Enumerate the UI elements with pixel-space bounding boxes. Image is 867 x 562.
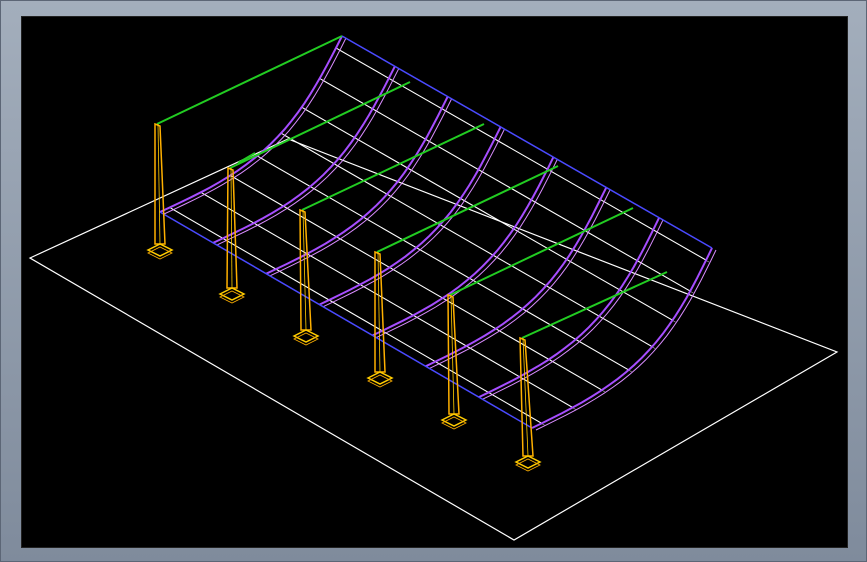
roof-purlins: [169, 47, 710, 426]
column-centerline: [377, 251, 381, 373]
column: [519, 336, 534, 457]
column-base-plate: [218, 287, 246, 301]
rafter: [478, 217, 660, 399]
ground-plane: [28, 138, 839, 541]
rafter-inner-chord: [376, 158, 558, 338]
canopy-wireframe-drawing: [28, 35, 839, 541]
rafter: [318, 126, 502, 306]
column-base-plate: [440, 413, 468, 427]
tie-beam: [156, 35, 343, 125]
rafter: [265, 96, 449, 275]
rafter-inner-chord: [323, 128, 506, 308]
eave-edge-beam: [159, 211, 533, 429]
rafter-inner-chord: [482, 219, 664, 400]
column-base-plate: [366, 371, 394, 385]
roof-rafters: [159, 35, 717, 431]
rafter-inner-chord: [535, 249, 717, 431]
rafter-inner-chord: [270, 98, 453, 277]
column-base-plate: [292, 329, 320, 343]
rafter: [425, 186, 608, 368]
ground-outline: [28, 138, 839, 541]
rafter-inner-chord: [216, 68, 400, 246]
rafter: [531, 247, 713, 429]
rafter: [372, 156, 555, 337]
column-base-plate: [514, 455, 542, 469]
column-centerline: [157, 123, 161, 245]
column-centerline: [230, 167, 233, 289]
rafter: [212, 65, 396, 244]
column-base-plate: [146, 243, 174, 257]
